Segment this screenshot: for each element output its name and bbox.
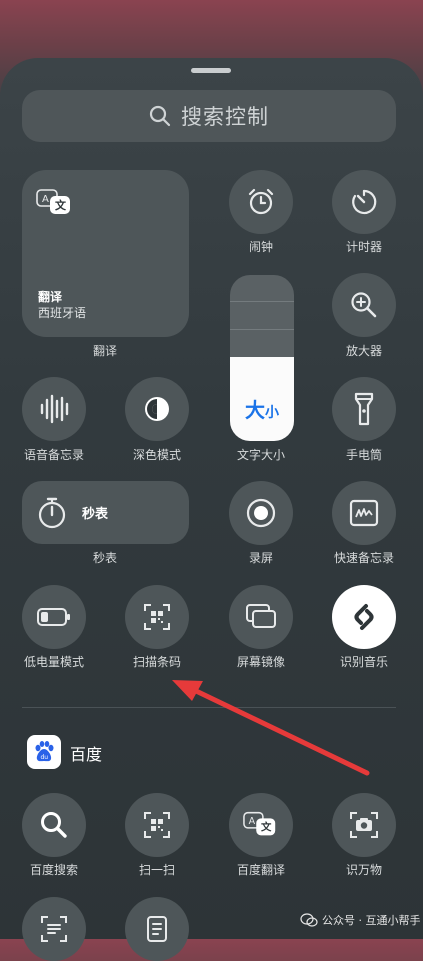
search-controls-field[interactable]: 搜索控制 bbox=[22, 90, 396, 142]
alarm-clock-icon bbox=[248, 188, 274, 215]
quick-note-icon bbox=[349, 499, 379, 527]
section-divider bbox=[22, 707, 396, 708]
baidu-document-button[interactable] bbox=[125, 897, 189, 961]
baidu-app-icon: du bbox=[27, 735, 61, 769]
magnifier-label: 放大器 bbox=[345, 344, 382, 358]
record-icon bbox=[246, 498, 276, 528]
screen-mirroring-label: 屏幕镜像 bbox=[236, 655, 285, 669]
shazam-icon bbox=[354, 604, 374, 630]
dark-mode-icon bbox=[145, 397, 169, 421]
svg-text:A: A bbox=[249, 816, 256, 827]
qr-code-scan-icon bbox=[144, 812, 170, 838]
timer-label: 计时器 bbox=[345, 240, 382, 254]
translate-title: 翻译 bbox=[38, 290, 63, 304]
translate-icon: A 文 bbox=[243, 811, 276, 836]
baidu-translate-label: 百度翻译 bbox=[236, 863, 285, 877]
alarm-label: 闹钟 bbox=[248, 240, 273, 254]
baidu-paw-icon: du bbox=[35, 741, 54, 762]
voice-memo-button[interactable] bbox=[22, 377, 86, 441]
music-recognition-button[interactable] bbox=[332, 585, 396, 649]
baidu-text-button[interactable] bbox=[22, 897, 86, 961]
screen-record-button[interactable] bbox=[229, 481, 293, 545]
translate-icon: A 文 bbox=[36, 189, 70, 214]
search-placeholder: 搜索控制 bbox=[181, 105, 269, 129]
baidu-scan-button[interactable] bbox=[125, 793, 189, 857]
svg-text:文: 文 bbox=[55, 198, 67, 212]
dark-mode-label: 深色模式 bbox=[132, 448, 181, 462]
baidu-search-label: 百度搜索 bbox=[29, 863, 78, 877]
dark-mode-button[interactable] bbox=[125, 377, 189, 441]
text-size-label: 文字大小 bbox=[236, 448, 285, 462]
stopwatch-icon bbox=[38, 497, 66, 529]
slider-step-line bbox=[230, 301, 294, 302]
qr-code-scan-icon bbox=[144, 604, 170, 630]
timer-button[interactable] bbox=[332, 170, 396, 234]
waveform-icon bbox=[40, 394, 69, 424]
stopwatch-label: 秒表 bbox=[92, 551, 117, 565]
low-power-mode-label: 低电量模式 bbox=[23, 655, 84, 669]
baidu-recognize-button[interactable] bbox=[332, 793, 396, 857]
voice-memo-label: 语音备忘录 bbox=[23, 448, 84, 462]
low-power-mode-button[interactable] bbox=[22, 585, 86, 649]
watermark: 公众号 · 互通小帮手 bbox=[300, 912, 421, 928]
baidu-search-button[interactable] bbox=[22, 793, 86, 857]
drag-handle[interactable] bbox=[191, 68, 231, 73]
baidu-section-title: 百度 bbox=[70, 745, 103, 764]
stopwatch-tile[interactable]: 秒表 bbox=[22, 481, 189, 544]
screen-record-label: 录屏 bbox=[248, 551, 273, 565]
wechat-icon bbox=[300, 913, 318, 927]
text-size-glyph: 大小 bbox=[245, 398, 279, 422]
magnifier-icon bbox=[351, 292, 377, 318]
search-icon bbox=[41, 812, 67, 838]
watermark-text: 公众号 · 互通小帮手 bbox=[322, 914, 421, 927]
baidu-recognize-label: 识万物 bbox=[345, 863, 382, 877]
flashlight-button[interactable] bbox=[332, 377, 396, 441]
svg-text:文: 文 bbox=[260, 821, 272, 834]
text-size-slider[interactable]: 大小 bbox=[230, 275, 294, 441]
baidu-translate-button[interactable]: A 文 bbox=[229, 793, 293, 857]
battery-icon bbox=[37, 608, 70, 626]
camera-scan-icon bbox=[350, 812, 378, 838]
svg-text:A: A bbox=[42, 194, 49, 205]
translate-label: 翻译 bbox=[92, 344, 117, 358]
alarm-button[interactable] bbox=[229, 170, 293, 234]
quick-note-label: 快速备忘录 bbox=[333, 551, 394, 565]
scan-code-button[interactable] bbox=[125, 585, 189, 649]
magnifier-button[interactable] bbox=[332, 273, 396, 337]
svg-text:du: du bbox=[41, 754, 49, 761]
music-recognition-label: 识别音乐 bbox=[339, 655, 388, 669]
translate-tile[interactable]: A 文 翻译 西班牙语 bbox=[22, 170, 189, 337]
scan-code-label: 扫描条码 bbox=[132, 655, 181, 669]
baidu-scan-label: 扫一扫 bbox=[138, 863, 175, 877]
flashlight-icon bbox=[354, 392, 374, 426]
screen-mirroring-button[interactable] bbox=[229, 585, 293, 649]
quick-note-button[interactable] bbox=[332, 481, 396, 545]
search-icon bbox=[149, 105, 171, 127]
timer-icon bbox=[352, 189, 377, 215]
stopwatch-title: 秒表 bbox=[82, 507, 109, 522]
flashlight-label: 手电筒 bbox=[345, 448, 382, 462]
translate-language: 西班牙语 bbox=[38, 306, 87, 320]
screen-mirroring-icon bbox=[246, 604, 276, 628]
slider-step-line bbox=[230, 329, 294, 330]
